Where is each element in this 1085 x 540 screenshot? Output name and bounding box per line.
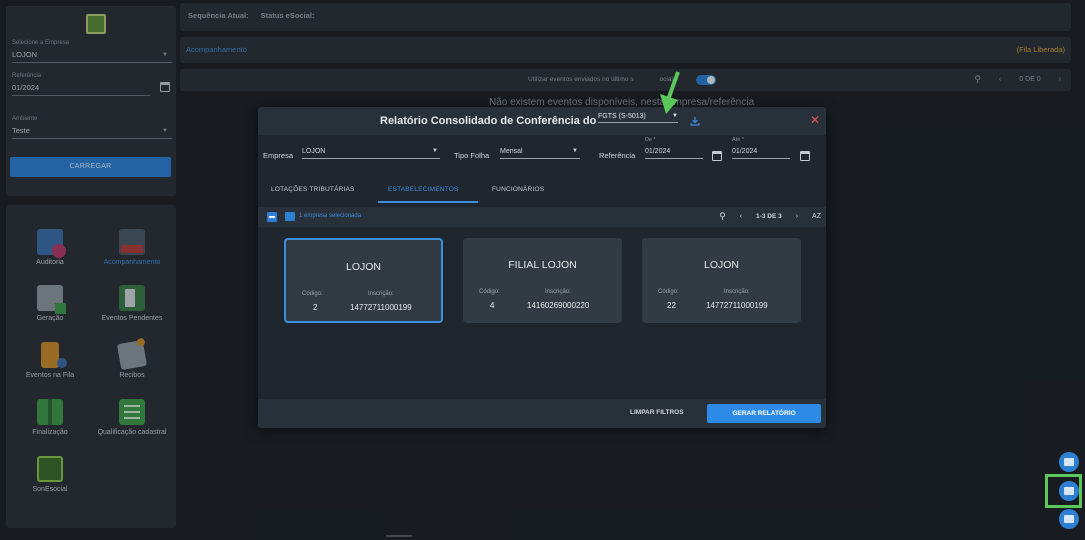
de-label: De * — [645, 137, 656, 143]
ate-label: Até * — [732, 137, 744, 143]
referencia-label: Referência — [599, 151, 636, 160]
inscricao-value: 14772711000199 — [350, 303, 412, 312]
modal-header: Relatório Consolidado de Conferência do … — [258, 107, 826, 135]
de-date-field[interactable]: 01/2024 — [645, 148, 703, 162]
modal-empresa-select[interactable]: LOJON ▼ — [302, 148, 440, 162]
active-tab-indicator — [378, 201, 478, 203]
chevron-left-icon[interactable]: ‹ — [740, 213, 742, 220]
codigo-value: 4 — [490, 301, 495, 310]
chat-fab-button[interactable] — [1059, 509, 1079, 529]
report-modal: Relatório Consolidado de Conferência do … — [258, 107, 826, 428]
tab-lotacoes[interactable]: LOTAÇÕES TRIBUTÁRIAS — [271, 186, 355, 193]
download-icon[interactable] — [690, 116, 700, 126]
modal-title: Relatório Consolidado de Conferência do — [380, 115, 597, 127]
print-fab-button[interactable] — [1059, 452, 1079, 472]
codigo-value: 2 — [313, 303, 318, 312]
tab-estabelecimentos[interactable]: ESTABELECIMENTOS — [388, 186, 459, 193]
modal-tabs: LOTAÇÕES TRIBUTÁRIAS ESTABELECIMENTOS FU… — [258, 181, 826, 203]
select-all-checkbox[interactable] — [267, 212, 277, 222]
codigo-value: 22 — [667, 301, 676, 310]
company-card[interactable]: LOJON Código: Inscrição: 2 1477271100019… — [284, 238, 443, 323]
selection-count: 1 empresa selecionada — [299, 213, 362, 219]
sort-az-icon[interactable]: AZ — [812, 213, 821, 220]
codigo-label: Código: — [479, 289, 500, 295]
codigo-label: Código: — [658, 289, 679, 295]
codigo-label: Código: — [302, 291, 323, 297]
inscricao-label: Inscrição: — [724, 289, 750, 295]
empresa-label: Empresa — [263, 151, 294, 160]
modal-empresa-value: LOJON — [302, 148, 326, 155]
inscricao-label: Inscrição: — [545, 289, 571, 295]
inscricao-value: 14160269000220 — [527, 301, 590, 310]
limpar-filtros-button[interactable]: LIMPAR FILTROS — [630, 409, 684, 416]
annotation-arrow-icon — [660, 71, 680, 114]
ate-value: 01/2024 — [732, 148, 758, 155]
chevron-right-icon[interactable]: › — [796, 213, 798, 220]
pagination-text: 1-3 DE 3 — [756, 213, 782, 220]
inscricao-label: Inscrição: — [368, 291, 394, 297]
tipo-folha-select[interactable]: Mensal ▼ — [500, 148, 580, 162]
tipo-folha-value: Mensal — [500, 148, 523, 155]
close-icon[interactable]: ✕ — [810, 113, 820, 127]
company-card[interactable]: LOJON Código: Inscrição: 22 147727110001… — [642, 238, 801, 323]
card-name: LOJON — [345, 261, 381, 273]
calendar-icon[interactable] — [712, 151, 722, 161]
de-value: 01/2024 — [645, 148, 671, 155]
company-icon — [285, 212, 295, 221]
card-name: LOJON — [703, 259, 739, 271]
selection-bar: 1 empresa selecionada ⚲ ‹ 1-3 DE 3 › AZ — [258, 207, 826, 227]
tab-funcionarios[interactable]: FUNCIONÁRIOS — [492, 186, 544, 193]
calendar-icon[interactable] — [800, 151, 810, 161]
ate-date-field[interactable]: 01/2024 — [732, 148, 790, 162]
chevron-down-icon: ▼ — [432, 148, 438, 154]
modal-footer: LIMPAR FILTROS GERAR RELATÓRIO — [258, 399, 826, 428]
tipo-folha-label: Tipo Folha — [454, 151, 490, 160]
company-card[interactable]: FILIAL LOJON Código: Inscrição: 4 141602… — [463, 238, 622, 323]
gerar-relatorio-button[interactable]: GERAR RELATÓRIO — [707, 404, 821, 423]
highlight-box — [1045, 474, 1082, 508]
chevron-down-icon: ▼ — [572, 148, 578, 154]
card-name: FILIAL LOJON — [508, 259, 577, 271]
search-icon[interactable]: ⚲ — [719, 211, 726, 222]
report-type-value: FGTS (S-5013) — [598, 113, 646, 120]
inscricao-value: 14772711000199 — [706, 301, 768, 310]
